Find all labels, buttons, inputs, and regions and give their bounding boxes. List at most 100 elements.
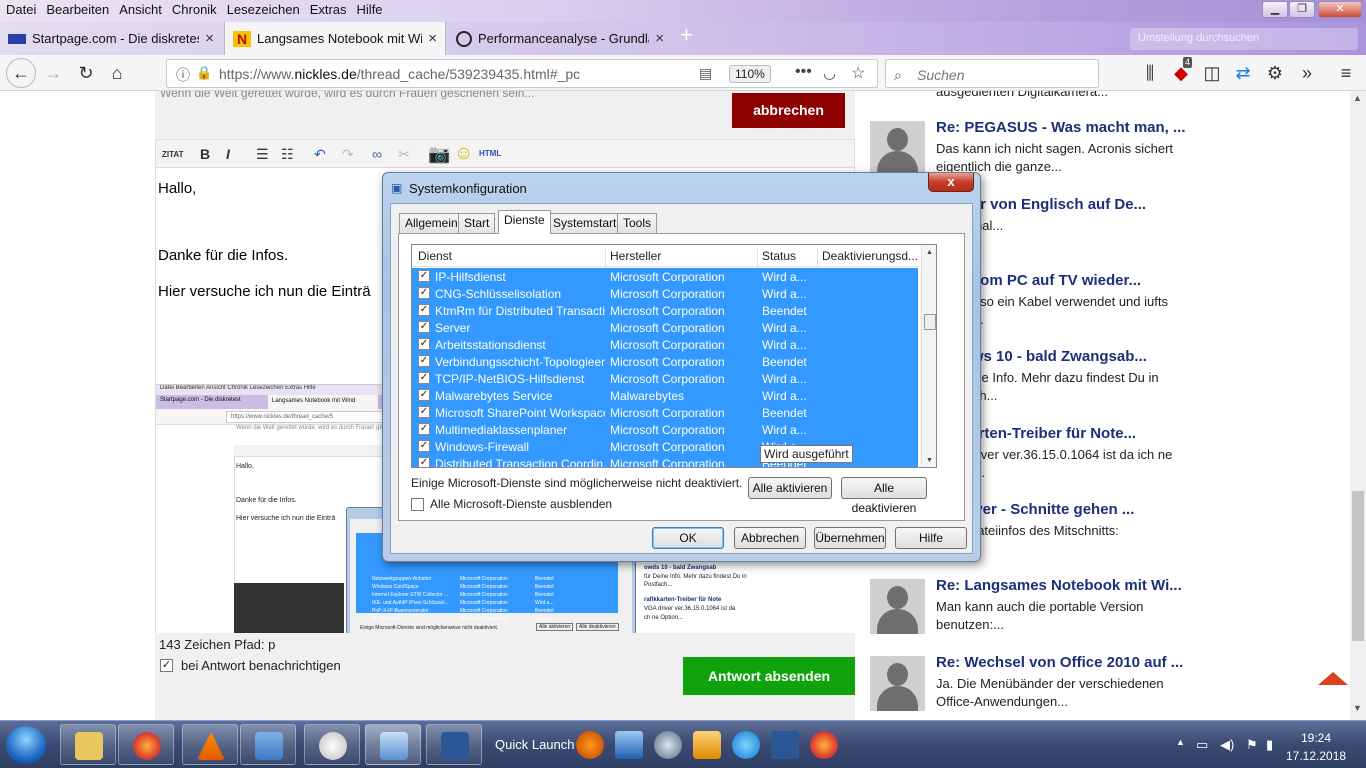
scroll-down-icon[interactable]: ▼ [926, 457, 933, 464]
menu-hilfe[interactable]: Hilfe [351, 0, 383, 20]
pocket-icon[interactable]: ◡ [823, 64, 836, 82]
taskbar-word[interactable] [426, 724, 482, 765]
taskbar-msconfig[interactable] [365, 724, 421, 765]
desktop-icon[interactable] [615, 731, 643, 759]
list-scrollbar[interactable]: ▲ ▼ [921, 245, 936, 467]
post-title[interactable]: Re: PEGASUS - Was macht man, ... [936, 119, 1186, 136]
service-row[interactable]: ✓ CNG-Schlüsselisolation Microsoft Corpora… [412, 285, 918, 302]
ublock-icon[interactable]: ◆ 4 [1168, 57, 1194, 86]
tab-nickles[interactable]: N Langsames Notebook mit Windo × [224, 22, 446, 55]
taskbar-navigator[interactable] [304, 724, 360, 765]
bold-button[interactable]: B [200, 146, 210, 162]
service-checkbox[interactable]: ✓ [418, 389, 430, 401]
service-checkbox[interactable]: ✓ [418, 406, 430, 418]
unlink-icon[interactable]: ✂ [398, 146, 410, 163]
system-icon[interactable] [654, 731, 682, 759]
ok-button[interactable]: OK [652, 527, 724, 549]
camera-icon[interactable]: 📷 [428, 144, 450, 165]
more-actions-icon[interactable]: ••• [795, 63, 812, 81]
reload-icon[interactable]: ↻ [73, 60, 99, 86]
numbered-list-icon[interactable]: ☷ [281, 146, 294, 163]
scroll-up-icon[interactable]: ▲ [926, 249, 933, 256]
hide-ms-services-option[interactable]: Alle Microsoft-Dienste ausblenden [411, 497, 612, 511]
tab-start[interactable]: Start [458, 213, 496, 233]
taskbar-explorer[interactable] [60, 724, 116, 765]
url-bar[interactable]: ⓘ 🔒 https://www.nickles.de/thread_cache/… [166, 59, 878, 88]
scroll-to-top-icon[interactable] [1318, 672, 1348, 685]
service-checkbox[interactable]: ✓ [418, 287, 430, 299]
service-checkbox[interactable]: ✓ [418, 338, 430, 350]
search-input[interactable]: ⌕ Suchen [885, 59, 1099, 88]
smiley-icon[interactable]: ☺ [454, 143, 473, 165]
service-row[interactable]: ✓ Arbeitsstationsdienst Microsoft Corporat… [412, 336, 918, 353]
service-checkbox[interactable]: ✓ [418, 423, 430, 435]
service-row[interactable]: ✓ Malwarebytes Service Malwarebytes Wird a.… [412, 387, 918, 404]
enable-all-button[interactable]: Alle aktivieren [748, 477, 832, 499]
scroll-down-icon[interactable]: ▼ [1353, 703, 1362, 713]
library-icon[interactable]: ⫼ [1137, 60, 1163, 86]
undo-icon[interactable]: ↶ [314, 146, 326, 163]
tab-tools[interactable]: Tools [617, 213, 658, 233]
service-row[interactable]: ✓ Microsoft SharePoint Workspace... Micros… [412, 404, 918, 421]
forward-icon[interactable]: → [40, 60, 66, 86]
close-window-button[interactable]: ✕ [1318, 1, 1362, 18]
minimize-button[interactable]: ▁ [1262, 1, 1288, 18]
service-row[interactable]: ✓ Multimediaklassenplaner Microsoft Corpor… [412, 421, 918, 438]
cancel-dialog-button[interactable]: Abbrechen [734, 527, 806, 549]
link-icon[interactable]: ∞ [372, 146, 382, 162]
scroll-up-icon[interactable]: ▲ [1353, 93, 1362, 103]
taskbar-vlc[interactable] [182, 724, 238, 765]
menu-datei[interactable]: Datei [0, 0, 36, 20]
browser-icon[interactable] [576, 731, 604, 759]
menu-lesezeichen[interactable]: Lesezeichen [221, 0, 300, 20]
service-row[interactable]: ✓ IP-Hilfsdienst Microsoft Corporation Wird… [412, 268, 918, 285]
quote-button[interactable]: ZITAT [162, 150, 183, 159]
tab-startpage[interactable]: Startpage.com - Die diskreteste × [0, 22, 222, 55]
back-icon[interactable]: ← [6, 58, 36, 88]
column-hersteller[interactable]: Hersteller [610, 249, 758, 270]
menu-extras[interactable]: Extras [304, 0, 347, 20]
scroll-thumb[interactable] [1352, 491, 1364, 641]
service-checkbox[interactable]: ✓ [418, 440, 430, 452]
zoom-indicator[interactable]: 110% [729, 65, 771, 83]
service-checkbox[interactable]: ✓ [418, 372, 430, 384]
tab-performanceanalyse[interactable]: Performanceanalyse - Grundlage × [448, 22, 672, 55]
maximize-button[interactable]: ❐ [1289, 1, 1315, 18]
hamburger-menu-icon[interactable]: ≡ [1333, 60, 1359, 86]
post-title[interactable]: Re: Langsames Notebook mit Wi... [936, 577, 1182, 594]
service-checkbox[interactable]: ✓ [418, 321, 430, 333]
tab-allgemein[interactable]: Allgemein [399, 213, 464, 233]
column-dienst[interactable]: Dienst [418, 249, 606, 270]
sidebar-icon[interactable]: ◫ [1199, 60, 1225, 86]
disable-all-button[interactable]: Alle deaktivieren [841, 477, 927, 515]
page-scrollbar[interactable]: ▲ ▼ [1350, 91, 1366, 720]
menu-ansicht[interactable]: Ansicht [113, 0, 162, 20]
clock[interactable]: 19:24 17.12.2018 [1286, 729, 1346, 765]
internet-explorer-icon[interactable] [732, 731, 760, 759]
cancel-button[interactable]: abbrechen [732, 93, 845, 128]
dialog-close-button[interactable]: x [928, 173, 974, 192]
service-checkbox[interactable]: ✓ [418, 355, 430, 367]
close-tab-icon[interactable]: × [428, 30, 437, 47]
outlook-icon[interactable] [693, 731, 721, 759]
reader-view-icon[interactable]: ▤ [699, 65, 712, 82]
services-list[interactable]: Dienst Hersteller Status Deaktivierungsd… [411, 244, 937, 468]
taskbar-firefox[interactable] [118, 724, 174, 765]
service-row[interactable]: ✓ Verbindungsschicht-Topologieer... Micros… [412, 353, 918, 370]
service-checkbox[interactable]: ✓ [418, 457, 430, 467]
power-icon[interactable]: ▮ [1266, 737, 1273, 753]
tray-expand-icon[interactable]: ▲ [1176, 737, 1185, 747]
info-icon[interactable]: ⓘ [176, 65, 190, 85]
redo-icon[interactable]: ↷ [342, 146, 354, 163]
tab-dienste[interactable]: Dienste [498, 210, 551, 234]
service-row[interactable]: ✓ Server Microsoft Corporation Wird a... [412, 319, 918, 336]
italic-button[interactable]: I [226, 146, 230, 162]
notify-checkbox[interactable]: ✓ [160, 659, 173, 672]
start-button[interactable] [6, 726, 46, 764]
tab-systemstart[interactable]: Systemstart [547, 213, 623, 233]
new-tab-button[interactable]: + [680, 22, 693, 48]
service-checkbox[interactable]: ✓ [418, 270, 430, 282]
html-button[interactable]: HTML [479, 149, 501, 158]
apply-button[interactable]: Übernehmen [814, 527, 886, 549]
help-button[interactable]: Hilfe [895, 527, 967, 549]
